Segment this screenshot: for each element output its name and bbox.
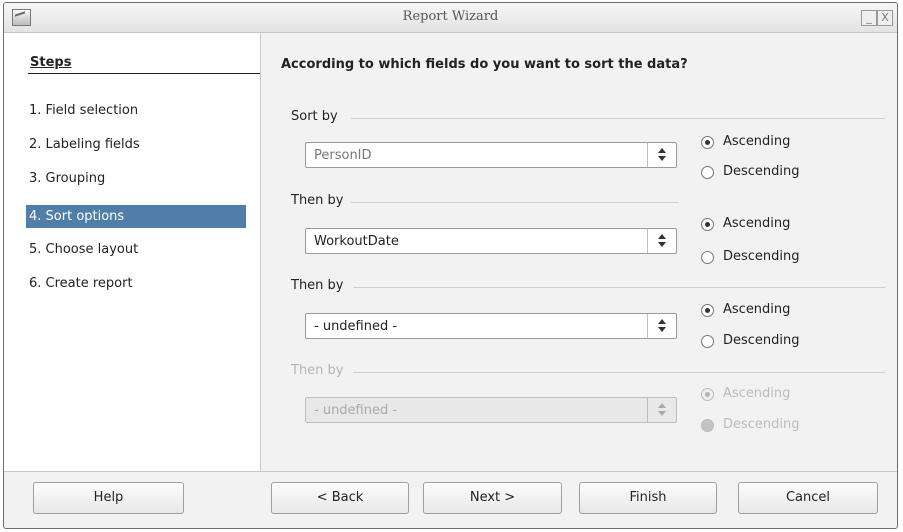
sort-by-value: PersonID (314, 148, 372, 163)
window-title: Report Wizard (402, 9, 499, 24)
then-by-1-divider (351, 202, 679, 203)
updown-arrow-icon (647, 229, 676, 253)
step-item-field-selection[interactable]: 1. Field selection (26, 99, 246, 122)
minimize-icon[interactable]: _ (861, 10, 877, 26)
then-by-1-label: Then by (291, 193, 344, 208)
sort-by-select[interactable]: PersonID (305, 142, 677, 168)
radio-icon (701, 419, 714, 432)
then-by-3-divider (353, 372, 885, 373)
steps-panel: Steps 1. Field selection 2. Labeling fie… (4, 33, 260, 471)
then-by-2-label: Then by (291, 278, 344, 293)
radio-icon (701, 388, 714, 401)
ascending-label: Ascending (723, 302, 791, 317)
step-item-grouping[interactable]: 3. Grouping (26, 167, 246, 190)
title-bar: Report Wizard _ X (4, 3, 897, 33)
report-wizard-window: Report Wizard _ X Steps 1. Field selecti… (3, 2, 898, 529)
sort-by-divider (351, 118, 885, 119)
button-bar-separator (4, 471, 897, 472)
then-by-1-value: WorkoutDate (314, 234, 399, 249)
help-button[interactable]: Help (33, 482, 184, 514)
finish-button[interactable]: Finish (579, 482, 717, 514)
then-by-3-value: - undefined - (314, 403, 398, 418)
step-item-labeling-fields[interactable]: 2. Labeling fields (26, 133, 246, 156)
descending-label: Descending (723, 333, 800, 348)
cancel-button[interactable]: Cancel (738, 482, 878, 514)
radio-icon (701, 251, 714, 264)
updown-arrow-icon (647, 398, 676, 422)
step-item-sort-options[interactable]: 4. Sort options (26, 205, 246, 228)
close-icon[interactable]: X (877, 10, 893, 26)
radio-icon (701, 335, 714, 348)
steps-divider (28, 73, 260, 74)
next-button[interactable]: Next > (423, 482, 562, 514)
step-item-create-report[interactable]: 6. Create report (26, 272, 246, 295)
page-heading: According to which fields do you want to… (281, 57, 688, 72)
steps-title: Steps (30, 55, 72, 70)
radio-icon (701, 166, 714, 179)
ascending-label: Ascending (723, 216, 791, 231)
updown-arrow-icon (647, 143, 676, 167)
descending-label: Descending (723, 417, 800, 432)
then-by-3-select: - undefined - (305, 397, 677, 423)
sort-options-panel: According to which fields do you want to… (261, 33, 897, 471)
sort-by-label: Sort by (291, 109, 338, 124)
updown-arrow-icon (647, 314, 676, 338)
then-by-2-value: - undefined - (314, 319, 398, 334)
then-by-2-select[interactable]: - undefined - (305, 313, 677, 339)
then-by-2-divider (353, 287, 885, 288)
ascending-label: Ascending (723, 386, 791, 401)
ascending-label: Ascending (723, 134, 791, 149)
then-by-3-label: Then by (291, 363, 344, 378)
descending-label: Descending (723, 249, 800, 264)
radio-icon (701, 218, 714, 231)
descending-label: Descending (723, 164, 800, 179)
radio-icon (701, 304, 714, 317)
step-item-choose-layout[interactable]: 5. Choose layout (26, 238, 246, 261)
back-button[interactable]: < Back (271, 482, 409, 514)
radio-icon (701, 136, 714, 149)
then-by-1-select[interactable]: WorkoutDate (305, 228, 677, 254)
